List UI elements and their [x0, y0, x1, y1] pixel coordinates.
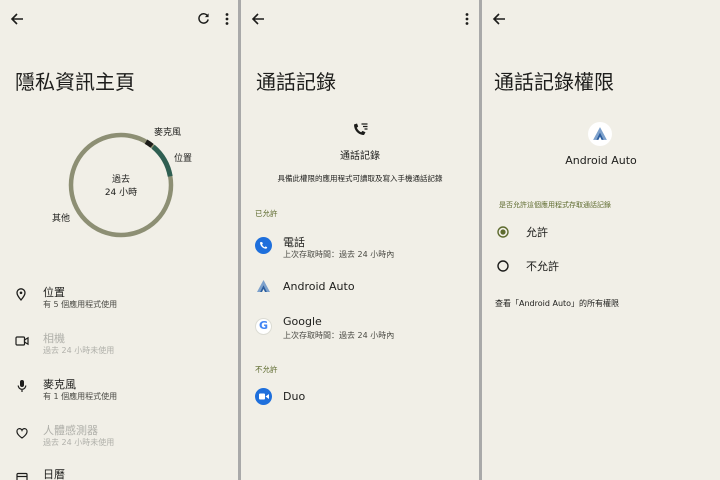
- permission-item-camera[interactable]: 相機 過去 24 小時未使用: [0, 328, 238, 358]
- android-auto-app-icon: [588, 122, 612, 146]
- app-name: Android Auto: [565, 154, 637, 167]
- item-label: 麥克風: [43, 378, 76, 391]
- heart-icon: [16, 428, 28, 439]
- camera-icon: [15, 336, 29, 346]
- ring-label-other: 其他: [52, 214, 71, 224]
- permission-item-microphone[interactable]: 麥克風 有 1 個應用程式使用: [0, 374, 238, 404]
- ring-center-line1: 過去: [111, 175, 130, 185]
- app-last-access: 上次存取時間：過去 24 小時內: [283, 331, 395, 340]
- item-sub: 過去 24 小時未使用: [43, 346, 115, 355]
- allowed-section-header: 已允許: [255, 209, 278, 218]
- more-options-icon[interactable]: [224, 12, 230, 26]
- app-row-phone[interactable]: 電話 上次存取時間：過去 24 小時內: [241, 231, 479, 261]
- duo-icon: [255, 388, 272, 405]
- item-sub: 過去 24 小時未使用: [43, 438, 115, 447]
- back-arrow-icon[interactable]: [251, 12, 265, 26]
- microphone-icon: [17, 380, 27, 392]
- item-label: 人體感測器: [43, 424, 98, 437]
- privacy-dashboard-screen: 隱私資訊主頁 過去 24 小時 麥克風 位置 其他 位置 有 5 個應用程式使用…: [0, 0, 238, 480]
- app-row-google[interactable]: G Google 上次存取時間：過去 24 小時內: [241, 313, 479, 343]
- ring-center-line2: 24 小時: [104, 188, 138, 198]
- refresh-icon[interactable]: [197, 12, 210, 25]
- app-row-android-auto[interactable]: Android Auto: [241, 277, 479, 297]
- app-name: Google: [283, 315, 322, 328]
- calendar-icon: [16, 472, 28, 480]
- phone-app-icon: [255, 237, 272, 254]
- app-name: 電話: [283, 236, 305, 249]
- radio-selected-icon[interactable]: [497, 226, 509, 238]
- permission-item-body-sensors[interactable]: 人體感測器 過去 24 小時未使用: [0, 420, 238, 450]
- option-label: 允許: [526, 226, 548, 239]
- item-label: 日曆: [43, 468, 65, 480]
- item-label: 位置: [43, 286, 65, 299]
- android-auto-icon: [257, 280, 270, 292]
- more-options-icon[interactable]: [464, 12, 470, 26]
- screenshot-frame: 隱私資訊主頁 過去 24 小時 麥克風 位置 其他 位置 有 5 個應用程式使用…: [0, 0, 720, 480]
- app-last-access: 上次存取時間：過去 24 小時內: [283, 250, 395, 259]
- back-arrow-icon[interactable]: [492, 12, 506, 26]
- ring-label-microphone: 麥克風: [154, 128, 182, 138]
- location-pin-icon: [16, 288, 26, 301]
- view-all-permissions-link[interactable]: 查看「Android Auto」的所有權限: [495, 298, 619, 309]
- call-log-icon: [354, 123, 368, 135]
- denied-section-header: 不允許: [255, 365, 278, 374]
- app-name: Android Auto: [283, 280, 355, 293]
- google-icon: G: [255, 318, 272, 335]
- option-label: 不允許: [526, 260, 559, 273]
- app-row-duo[interactable]: Duo: [241, 387, 479, 407]
- back-arrow-icon[interactable]: [10, 12, 24, 26]
- page-title: 隱私資訊主頁: [15, 70, 135, 94]
- permission-description: 具備此權限的應用程式可讀取及寫入手機通話記錄: [277, 174, 443, 183]
- app-name: Duo: [283, 390, 306, 403]
- app-permission-detail-screen: 通話記錄權限 Android Auto 是否允許這個應用程式存取通話記錄 允許 …: [482, 0, 720, 480]
- call-log-permission-screen: 通話記錄 通話記錄 具備此權限的應用程式可讀取及寫入手機通話記錄 已允許 電話 …: [241, 0, 479, 480]
- page-title: 通話記錄: [256, 70, 336, 94]
- radio-unselected-icon[interactable]: [497, 260, 509, 272]
- radio-option-allow[interactable]: 允許: [482, 222, 720, 244]
- page-title: 通話記錄權限: [494, 70, 614, 94]
- item-label: 相機: [43, 332, 65, 345]
- permission-question: 是否允許這個應用程式存取通話記錄: [499, 201, 611, 209]
- permission-item-calendar[interactable]: 日曆: [0, 466, 238, 480]
- item-sub: 有 1 個應用程式使用: [43, 392, 118, 401]
- item-sub: 有 5 個應用程式使用: [43, 300, 118, 309]
- permission-item-location[interactable]: 位置 有 5 個應用程式使用: [0, 282, 238, 312]
- permission-header-label: 通話記錄: [340, 151, 380, 162]
- radio-option-deny[interactable]: 不允許: [482, 256, 720, 278]
- ring-label-location: 位置: [174, 154, 193, 164]
